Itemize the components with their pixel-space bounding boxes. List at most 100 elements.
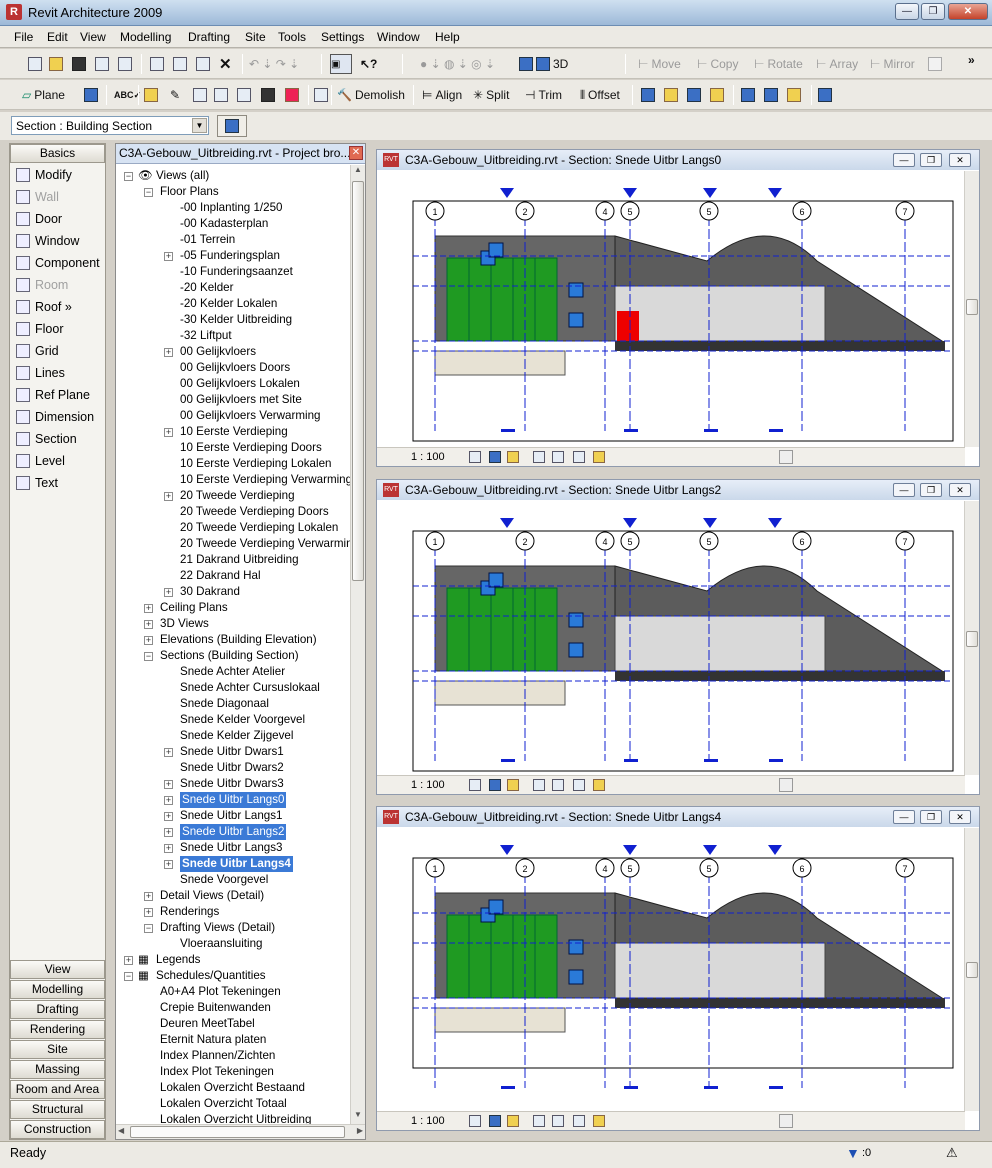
browser-node[interactable]: -10 Funderingsaanzet — [180, 264, 293, 280]
warning-icon[interactable]: ⚠ — [946, 1145, 958, 1161]
cut-geometry-button[interactable] — [285, 86, 299, 104]
browser-node[interactable]: -20 Kelder — [180, 280, 234, 296]
detail-level-icon[interactable] — [469, 1115, 481, 1127]
split-button[interactable]: ✳ Split — [473, 86, 509, 104]
view-hscroll-thumb[interactable] — [779, 1114, 793, 1128]
view-window-langs0[interactable]: RVT C3A-Gebouw_Uitbreiding.rvt - Section:… — [376, 149, 980, 467]
browser-node[interactable]: 00 Gelijkvloers met Site — [180, 392, 302, 408]
view-scale[interactable]: 1 : 100 — [411, 451, 445, 463]
tab-site[interactable]: Site — [10, 1040, 105, 1059]
browser-node[interactable]: -00 Inplanting 1/250 — [180, 200, 283, 216]
model-graphics-icon[interactable] — [489, 1115, 501, 1127]
whats-this-button[interactable]: ↖? — [360, 55, 377, 73]
view-scale[interactable]: 1 : 100 — [411, 1115, 445, 1127]
expand-icon[interactable]: + — [144, 636, 153, 645]
tab-view[interactable]: View — [10, 960, 105, 979]
browser-node[interactable]: Snede Uitbr Langs3 — [180, 840, 282, 856]
expand-icon[interactable]: + — [144, 908, 153, 917]
view-minimize-button[interactable]: — — [893, 810, 915, 824]
menu-modelling[interactable]: Modelling — [120, 30, 171, 44]
design-bar-item-text[interactable]: Text — [16, 473, 58, 493]
paste-button[interactable] — [196, 55, 210, 73]
view-hscroll-thumb[interactable] — [779, 450, 793, 464]
browser-node[interactable]: Floor Plans — [160, 184, 219, 200]
expand-icon[interactable]: + — [164, 812, 173, 821]
browser-node[interactable]: Snede Achter Cursuslokaal — [180, 680, 320, 696]
collapse-icon[interactable]: − — [144, 924, 153, 933]
browser-node[interactable]: Views (all) — [156, 168, 209, 184]
expand-icon[interactable]: + — [164, 492, 173, 501]
browser-node[interactable]: Snede Diagonaal — [180, 696, 269, 712]
copy-button[interactable]: ⊢ Copy — [697, 55, 738, 73]
browser-node[interactable]: 00 Gelijkvloers Verwarming — [180, 408, 320, 424]
element-properties-button[interactable] — [217, 115, 247, 137]
expand-icon[interactable]: + — [164, 428, 173, 437]
tab-structural[interactable]: Structural — [10, 1100, 105, 1119]
delete-button[interactable]: ✕ — [219, 55, 232, 73]
tab-modelling[interactable]: Modelling — [10, 980, 105, 999]
spelling-button[interactable]: ABC✓ — [114, 86, 141, 104]
tab-massing[interactable]: Massing — [10, 1060, 105, 1079]
browser-node[interactable]: 00 Gelijkvloers Lokalen — [180, 376, 300, 392]
model-graphics-icon[interactable] — [489, 451, 501, 463]
reveal-hidden-icon[interactable] — [593, 451, 605, 463]
browser-vertical-scrollbar[interactable]: ▲ ▼ — [350, 165, 365, 1124]
align-button[interactable]: ⊨ Align — [422, 86, 462, 104]
trim-button[interactable]: ⊣ Trim — [525, 86, 562, 104]
browser-node[interactable]: Lokalen Overzicht Bestaand — [160, 1080, 305, 1096]
browser-node[interactable]: Sections (Building Section) — [160, 648, 299, 664]
view-vscroll-thumb[interactable] — [966, 299, 978, 315]
browser-node[interactable]: Snede Uitbr Dwars2 — [180, 760, 284, 776]
new-button[interactable] — [28, 55, 42, 73]
view-window-langs2[interactable]: RVT C3A-Gebouw_Uitbreiding.rvt - Section:… — [376, 479, 980, 795]
expand-icon[interactable]: + — [164, 860, 173, 869]
browser-node[interactable]: Eternit Natura platen — [160, 1032, 266, 1048]
design-bar-item-window[interactable]: Window — [16, 231, 79, 251]
view-hscroll-thumb[interactable] — [779, 778, 793, 792]
demolish-button[interactable]: 🔨 Demolish — [337, 86, 405, 104]
section-drawing-canvas[interactable]: 1 2 4 5 5 6 7 — [377, 828, 965, 1111]
browser-node[interactable]: Snede Uitbr Dwars1 — [180, 744, 284, 760]
maximize-button[interactable]: ❐ — [921, 3, 945, 20]
tab-basics[interactable]: Basics — [10, 144, 105, 163]
view-minimize-button[interactable]: — — [893, 153, 915, 167]
minimize-button[interactable]: — — [895, 3, 919, 20]
rotate-button[interactable]: ⊢ Rotate — [754, 55, 803, 73]
design-bar-item-level[interactable]: Level — [16, 451, 65, 471]
view-close-button[interactable]: ✕ — [949, 483, 971, 497]
reload-link-button[interactable] — [787, 86, 801, 104]
browser-node[interactable]: 00 Gelijkvloers — [180, 344, 256, 360]
browser-node[interactable]: Deuren MeetTabel — [160, 1016, 255, 1032]
reveal-hidden-icon[interactable] — [593, 1115, 605, 1127]
scroll-down-icon[interactable]: ▼ — [351, 1110, 365, 1124]
copy-clipboard-button[interactable] — [173, 55, 187, 73]
expand-icon[interactable]: + — [164, 252, 173, 261]
resize-button[interactable] — [928, 55, 942, 73]
cut-button[interactable] — [150, 55, 164, 73]
design-bar-item-modify[interactable]: Modify — [16, 165, 72, 185]
model-graphics-icon[interactable] — [489, 779, 501, 791]
view-vertical-scrollbar[interactable] — [964, 171, 979, 447]
menu-view[interactable]: View — [80, 30, 106, 44]
join-button[interactable] — [237, 86, 251, 104]
offset-button[interactable]: ⫴ Offset — [580, 86, 620, 104]
open-button[interactable] — [49, 55, 63, 73]
browser-node[interactable]: Detail Views (Detail) — [160, 888, 264, 904]
browser-node[interactable]: Snede Uitbr Langs2 — [180, 824, 287, 840]
hide-isolate-icon[interactable] — [573, 451, 585, 463]
close-button[interactable]: ✕ — [948, 3, 988, 20]
browser-close-icon[interactable]: ✕ — [349, 146, 363, 160]
detail-level-icon[interactable] — [469, 451, 481, 463]
menu-settings[interactable]: Settings — [321, 30, 364, 44]
browser-node[interactable]: Index Plot Tekeningen — [160, 1064, 274, 1080]
browser-hscroll-thumb[interactable] — [130, 1126, 345, 1138]
browser-node[interactable]: 10 Eerste Verdieping Verwarming — [180, 472, 350, 488]
browser-node[interactable]: Snede Achter Atelier — [180, 664, 285, 680]
shadows-icon[interactable] — [507, 1115, 519, 1127]
browser-node[interactable]: 20 Tweede Verdieping Lokalen — [180, 520, 338, 536]
ungroup-button[interactable] — [710, 86, 724, 104]
browser-node[interactable]: 20 Tweede Verdieping Verwarming — [180, 536, 350, 552]
thin-lines-button[interactable]: ▣ — [330, 54, 352, 74]
collapse-icon[interactable]: − — [124, 972, 133, 981]
hide-isolate-icon[interactable] — [573, 1115, 585, 1127]
